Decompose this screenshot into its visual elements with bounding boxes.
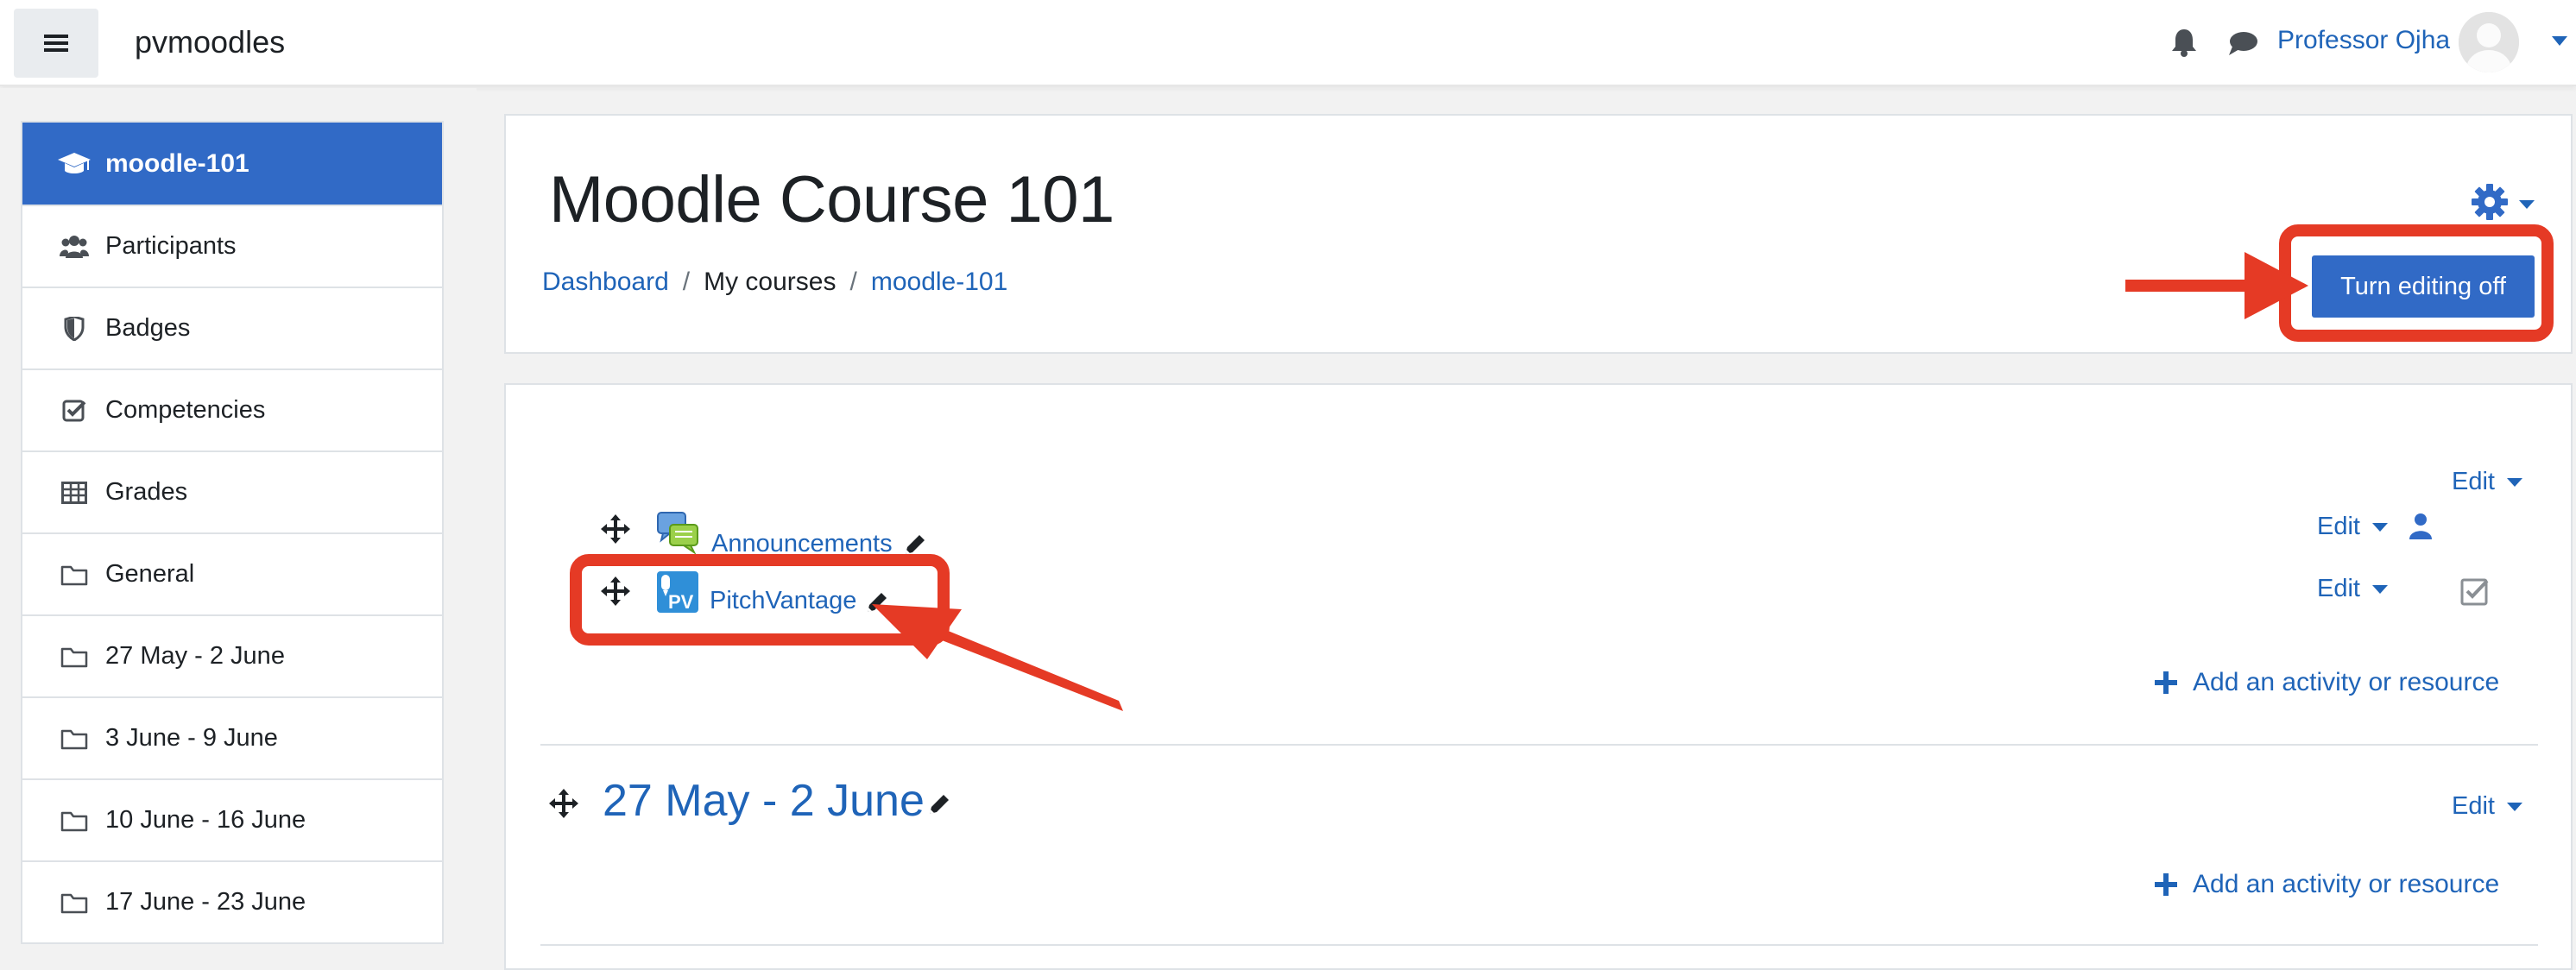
annotation-arrows <box>872 252 2308 711</box>
annotation-arrow-right <box>2125 252 2308 319</box>
annotation-arrow-diagonal <box>872 604 1123 711</box>
